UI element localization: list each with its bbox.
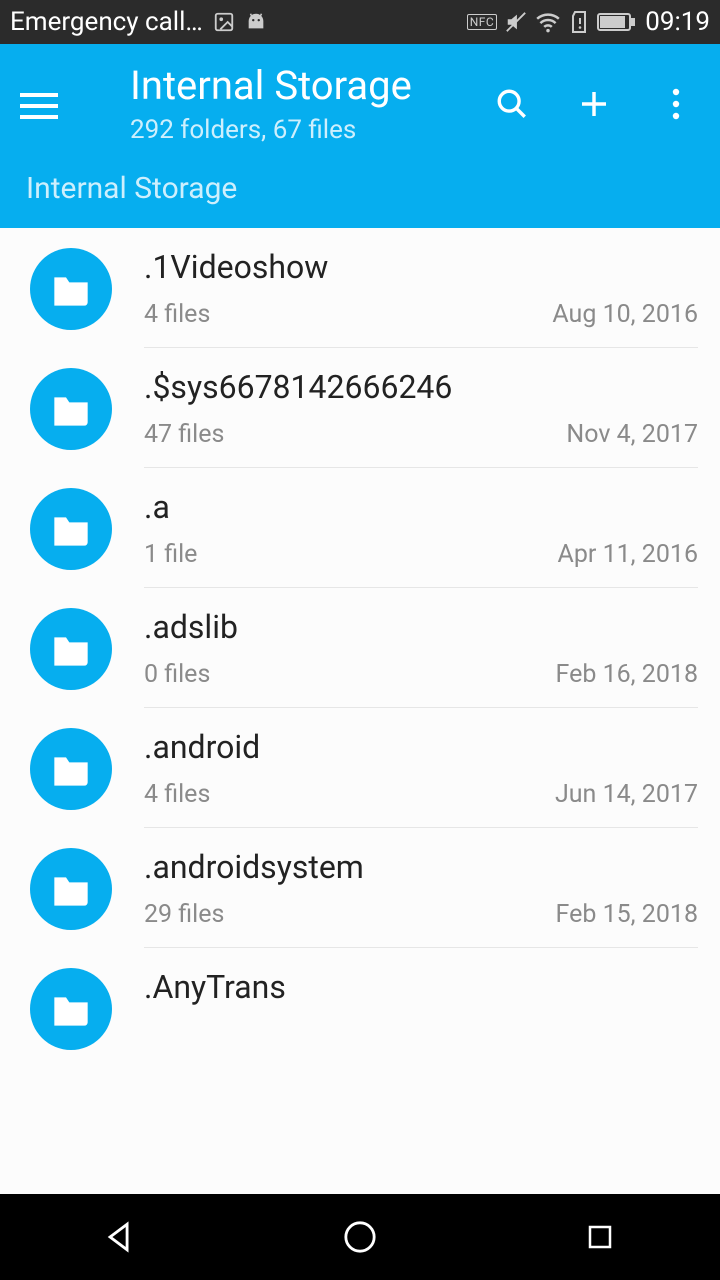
mute-icon (505, 11, 527, 33)
folder-date: Jun 14, 2017 (555, 780, 698, 809)
list-item[interactable]: .AnyTrans (0, 948, 720, 1050)
folder-icon (30, 608, 112, 690)
folder-icon (30, 968, 112, 1050)
recents-icon[interactable] (576, 1213, 624, 1261)
battery-icon (597, 12, 637, 32)
search-icon[interactable] (494, 87, 530, 121)
folder-file-count: 4 files (144, 300, 210, 329)
back-icon[interactable] (96, 1213, 144, 1261)
picture-icon (213, 11, 235, 33)
android-icon (245, 13, 267, 31)
folder-name: .$sys6678142666246 (144, 368, 698, 406)
nfc-icon: NFC (467, 14, 498, 30)
folder-icon (30, 248, 112, 330)
folder-name: .1Videoshow (144, 248, 698, 286)
list-item[interactable]: .a 1 file Apr 11, 2016 (0, 468, 720, 588)
folder-date: Apr 11, 2016 (558, 540, 698, 569)
folder-name: .AnyTrans (144, 968, 698, 1006)
folder-list[interactable]: .1Videoshow 4 files Aug 10, 2016 .$sys66781… (0, 228, 720, 1194)
list-item[interactable]: .$sys6678142666246 47 files Nov 4, 2017 (0, 348, 720, 468)
folder-file-count: 0 files (144, 660, 210, 689)
folder-icon (30, 488, 112, 570)
breadcrumb[interactable]: Internal Storage (0, 161, 720, 228)
wifi-icon (535, 11, 561, 33)
folder-date: Nov 4, 2017 (566, 420, 698, 449)
list-item[interactable]: .1Videoshow 4 files Aug 10, 2016 (0, 228, 720, 348)
home-icon[interactable] (336, 1213, 384, 1261)
folder-date: Feb 15, 2018 (556, 900, 698, 929)
folder-date: Feb 16, 2018 (556, 660, 698, 689)
folder-file-count: 1 file (144, 540, 197, 569)
app-bar: Internal Storage 292 folders, 67 files (0, 44, 720, 161)
folder-name: .adslib (144, 608, 698, 646)
list-item[interactable]: .adslib 0 files Feb 16, 2018 (0, 588, 720, 708)
list-item[interactable]: .androidsystem 29 files Feb 15, 2018 (0, 828, 720, 948)
folder-file-count: 4 files (144, 780, 210, 809)
status-emergency-text: Emergency call… (10, 7, 203, 37)
sim-alert-icon (569, 10, 589, 34)
status-bar: Emergency call… NFC 09:19 (0, 0, 720, 44)
folder-file-count: 29 files (144, 900, 224, 929)
status-clock: 09:19 (645, 7, 710, 37)
menu-icon[interactable] (20, 89, 70, 119)
folder-date: Aug 10, 2016 (552, 300, 698, 329)
folder-icon (30, 848, 112, 930)
overflow-menu-icon[interactable] (658, 88, 694, 120)
folder-icon (30, 728, 112, 810)
page-title: Internal Storage (130, 62, 494, 109)
system-nav-bar (0, 1194, 720, 1280)
add-icon[interactable] (576, 88, 612, 120)
folder-name: .androidsystem (144, 848, 698, 886)
folder-name: .android (144, 728, 698, 766)
list-item[interactable]: .android 4 files Jun 14, 2017 (0, 708, 720, 828)
folder-file-count: 47 files (144, 420, 224, 449)
page-subtitle: 292 folders, 67 files (130, 115, 494, 145)
folder-name: .a (144, 488, 698, 526)
folder-icon (30, 368, 112, 450)
